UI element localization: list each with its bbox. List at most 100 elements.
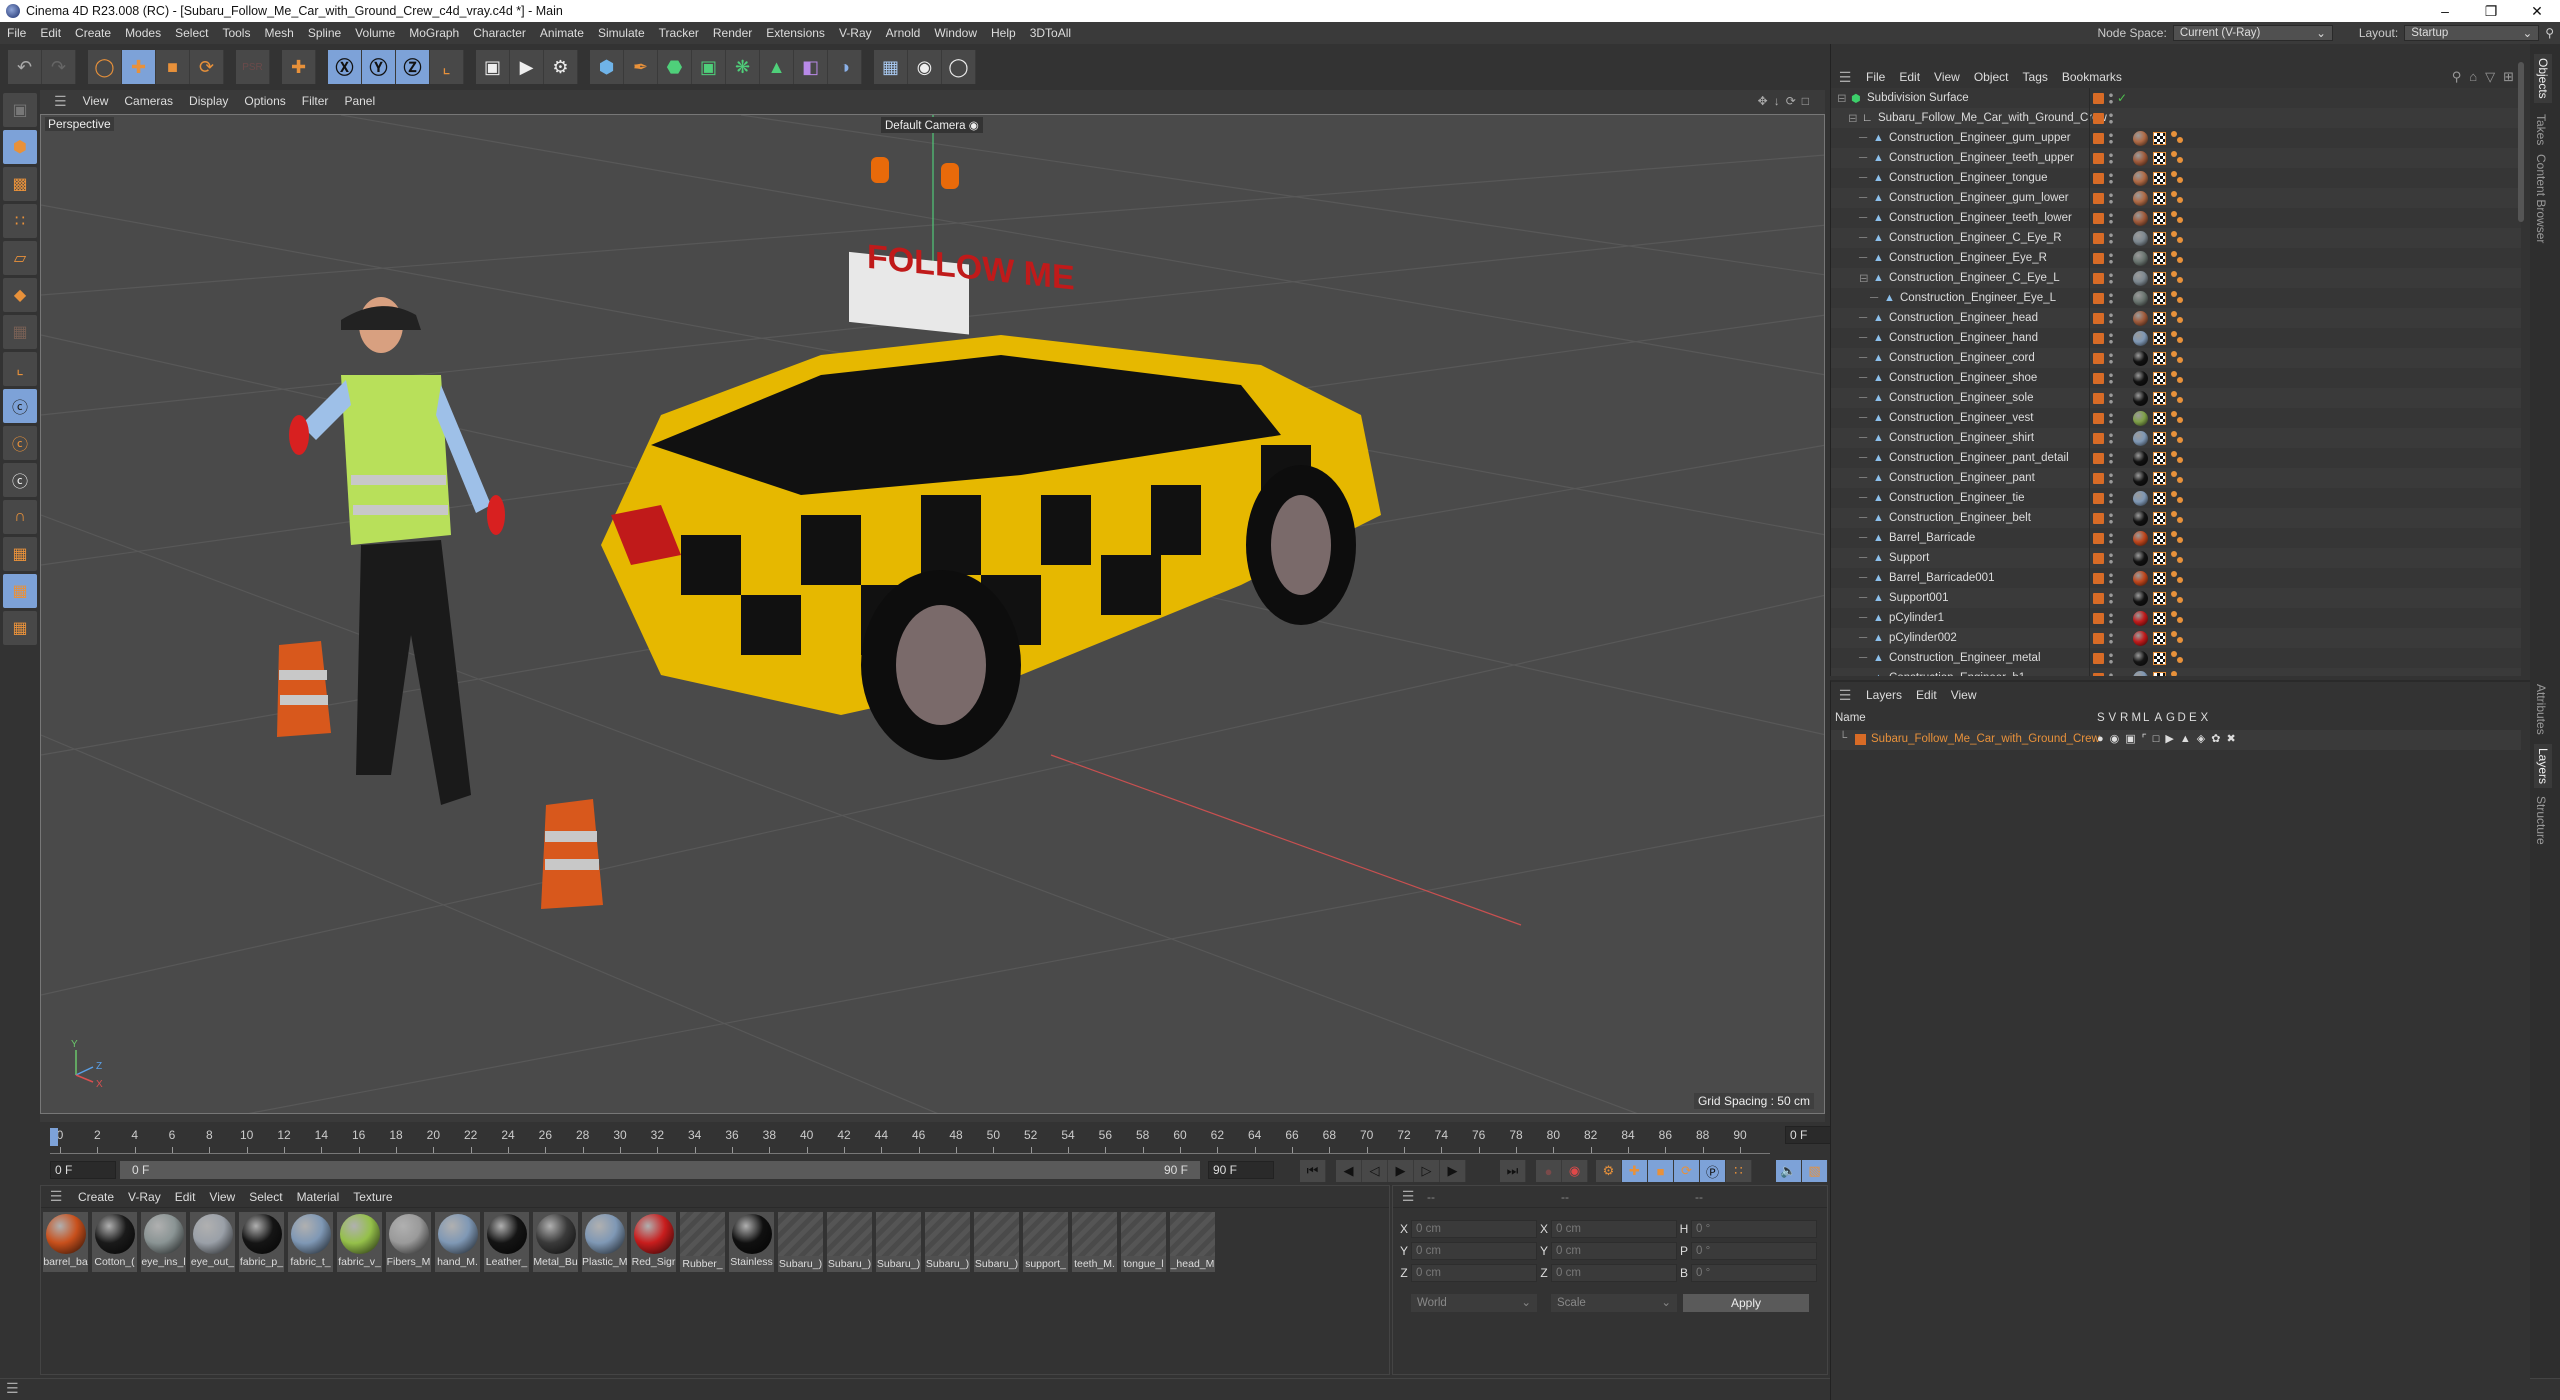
visibility-dots-icon[interactable] [2109, 271, 2113, 285]
locked-workplane-icon[interactable]: ▦ [3, 574, 37, 608]
layer-color-icon[interactable] [2093, 552, 2104, 564]
material-tag-icon[interactable] [2133, 210, 2148, 226]
tab-attributes[interactable]: Attributes [2534, 684, 2548, 735]
visibility-dots-icon[interactable] [2109, 591, 2113, 605]
column-header-toggle[interactable]: L [2143, 712, 2149, 724]
object-row[interactable]: ─ ▲ Construction_Engineer_belt [1831, 508, 2521, 528]
object-name[interactable]: Subdivision Surface [1867, 92, 1969, 104]
object-name[interactable]: Construction_Engineer_gum_upper [1889, 132, 2071, 144]
previous-key-icon[interactable]: ◀ [1336, 1160, 1362, 1182]
object-row[interactable]: ─ ▲ Construction_Engineer_sole [1831, 388, 2521, 408]
material-tag-icon[interactable] [2133, 370, 2148, 386]
visibility-dots-icon[interactable] [2109, 311, 2113, 325]
material-tag-icon[interactable] [2133, 490, 2148, 506]
object-row[interactable]: ─ ▲ Construction_Engineer_gum_lower [1831, 188, 2521, 208]
home-icon[interactable]: ⌂ [2469, 69, 2485, 84]
object-row[interactable]: ─ ▲ Construction_Engineer_shoe [1831, 368, 2521, 388]
object-row[interactable]: ─ ▲ Construction_Engineer_head [1831, 308, 2521, 328]
object-name[interactable]: Construction_Engineer_head [1889, 312, 2038, 324]
column-header-toggle[interactable]: R [2120, 712, 2128, 724]
visibility-dots-icon[interactable] [2109, 211, 2113, 225]
layer-color-icon[interactable] [2093, 212, 2104, 224]
visibility-dots-icon[interactable] [2109, 531, 2113, 545]
material-swatch[interactable]: Subaru_) [827, 1212, 872, 1272]
material-swatch[interactable]: eye_ins_l [141, 1212, 186, 1272]
cube-icon[interactable]: ⬢ [590, 50, 624, 84]
texture-tag-icon[interactable] [2153, 271, 2166, 285]
layer-color-icon[interactable] [2093, 152, 2104, 164]
visibility-dots-icon[interactable] [2109, 471, 2113, 485]
texture-tag-icon[interactable] [2153, 131, 2166, 145]
material-tag-icon[interactable] [2133, 150, 2148, 166]
object-name[interactable]: Barrel_Barricade [1889, 532, 1975, 544]
pen-icon[interactable]: ✒ [624, 50, 658, 84]
hamburger-icon[interactable]: ☰ [1831, 69, 1859, 86]
texture-tag-icon[interactable] [2153, 231, 2166, 245]
object-row[interactable]: ─ ▲ Construction_Engineer_teeth_lower [1831, 208, 2521, 228]
pos-z-field[interactable]: 0 cm [1411, 1264, 1537, 1282]
filter-icon[interactable]: ▽ [2485, 69, 2503, 84]
column-header-toggle[interactable]: E [2189, 712, 2197, 724]
object-name[interactable]: Construction_Engineer_teeth_lower [1889, 212, 2072, 224]
object-row[interactable]: ─ ▲ Construction_Engineer_metal [1831, 648, 2521, 668]
material-swatch[interactable]: Subaru_) [974, 1212, 1019, 1272]
material-menu-view[interactable]: View [202, 1190, 242, 1204]
material-tag-icon[interactable] [2133, 650, 2148, 666]
layer-color-icon[interactable] [2093, 612, 2104, 624]
coordinate-system-icon[interactable]: ⌞ [430, 50, 464, 84]
object-name[interactable]: Construction_Engineer_tie [1889, 492, 2025, 504]
node-space-dropdown[interactable]: Current (V-Ray) ⌄ [2172, 25, 2333, 41]
layer-color-icon[interactable] [2093, 532, 2104, 544]
pos-y-field[interactable]: 0 cm [1411, 1242, 1537, 1260]
hamburger-icon[interactable]: ☰ [1393, 1188, 1423, 1205]
layer-row[interactable]: └ Subaru_Follow_Me_Car_with_Ground_Crew … [1831, 730, 2521, 750]
object-row[interactable]: ─ ▲ Construction_Engineer_cord [1831, 348, 2521, 368]
material-swatch[interactable]: Plastic_M [582, 1212, 627, 1272]
menu-edit[interactable]: Edit [33, 26, 68, 40]
search-icon[interactable]: ⚲ [2545, 26, 2554, 40]
material-tag-icon[interactable] [2133, 470, 2148, 486]
menu-extensions[interactable]: Extensions [759, 26, 832, 40]
y-axis-lock-icon[interactable]: Ⓨ [362, 50, 396, 84]
hamburger-icon[interactable]: ☰ [6, 1380, 19, 1397]
record-active-icon[interactable]: ● [1536, 1160, 1562, 1182]
layer-color-icon[interactable] [2093, 92, 2104, 104]
menu-modes[interactable]: Modes [118, 26, 168, 40]
material-tag-icon[interactable] [2133, 550, 2148, 566]
material-swatch[interactable]: Leather_ [484, 1212, 529, 1272]
material-tag-icon[interactable] [2133, 450, 2148, 466]
texture-tag-icon[interactable] [2153, 331, 2166, 345]
material-swatch[interactable]: Stainless [729, 1212, 774, 1272]
layout-dropdown[interactable]: Startup ⌄ [2404, 25, 2540, 41]
next-frame-icon[interactable]: ▷ [1414, 1160, 1440, 1182]
object-name[interactable]: Construction_Engineer_vest [1889, 412, 2033, 424]
texture-tag-icon[interactable] [2153, 151, 2166, 165]
material-tag-icon[interactable] [2133, 190, 2148, 206]
uvw-tag-icon[interactable] [2171, 251, 2185, 265]
menu-mesh[interactable]: Mesh [257, 26, 300, 40]
layer-color-icon[interactable] [2093, 492, 2104, 504]
visibility-dots-icon[interactable] [2109, 631, 2113, 645]
material-swatch[interactable]: fabric_t_ [288, 1212, 333, 1272]
visibility-dots-icon[interactable] [2109, 491, 2113, 505]
visibility-dots-icon[interactable] [2109, 351, 2113, 365]
object-name[interactable]: Construction_Engineer_Eye_R [1889, 252, 2047, 264]
material-tag-icon[interactable] [2133, 170, 2148, 186]
end-frame-field[interactable]: 90 F [1208, 1161, 1274, 1179]
expand-toggle-icon[interactable]: ⊟ [1848, 111, 1858, 125]
coordinate-mode-dropdown[interactable]: Scale ⌄ [1551, 1294, 1677, 1312]
uvw-tag-icon[interactable] [2171, 491, 2185, 505]
coordinate-space-dropdown[interactable]: World ⌄ [1411, 1294, 1537, 1312]
scale-icon[interactable]: ■ [156, 50, 190, 84]
texture-tag-icon[interactable] [2153, 351, 2166, 365]
object-name[interactable]: Construction_Engineer_tongue [1889, 172, 2048, 184]
viewport-menu-options[interactable]: Options [236, 94, 293, 108]
material-swatch[interactable]: hand_M. [435, 1212, 480, 1272]
playhead[interactable] [50, 1128, 58, 1146]
subdivision-icon[interactable]: ⬣ [658, 50, 692, 84]
texture-tag-icon[interactable] [2153, 451, 2166, 465]
rot-p-field[interactable]: 0 ° [1691, 1242, 1817, 1260]
workplane-icon[interactable]: ▦ [3, 537, 37, 571]
texture-tag-icon[interactable] [2153, 391, 2166, 405]
render-settings-icon[interactable]: ⚙ [544, 50, 578, 84]
